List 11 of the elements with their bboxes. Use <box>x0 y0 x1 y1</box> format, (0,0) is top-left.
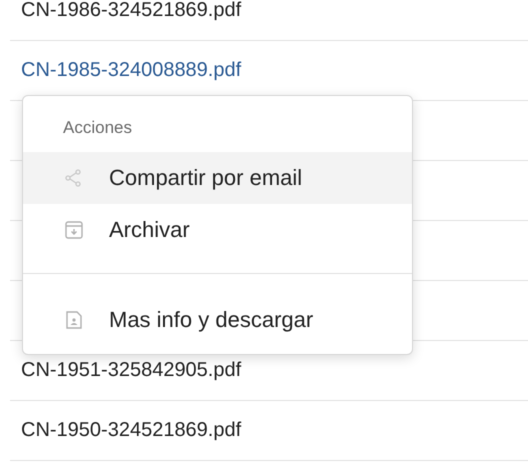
document-icon <box>65 311 83 329</box>
menu-item[interactable]: Mas info y descargar <box>23 294 412 346</box>
menu-header: Acciones <box>62 117 133 139</box>
file-name[interactable]: CN-1951-325842905.pdf <box>21 359 242 382</box>
file-name[interactable]: CN-1986-324521869.pdf <box>21 0 242 22</box>
share-icon <box>65 169 83 187</box>
menu-item[interactable]: Archivar <box>23 204 412 256</box>
menu-item[interactable]: Compartir por email <box>23 152 412 204</box>
file-link[interactable]: CN-1985-324008889.pdf <box>21 59 242 82</box>
archive-icon <box>65 221 83 239</box>
file-name[interactable]: CN-1950-324521869.pdf <box>21 419 242 442</box>
